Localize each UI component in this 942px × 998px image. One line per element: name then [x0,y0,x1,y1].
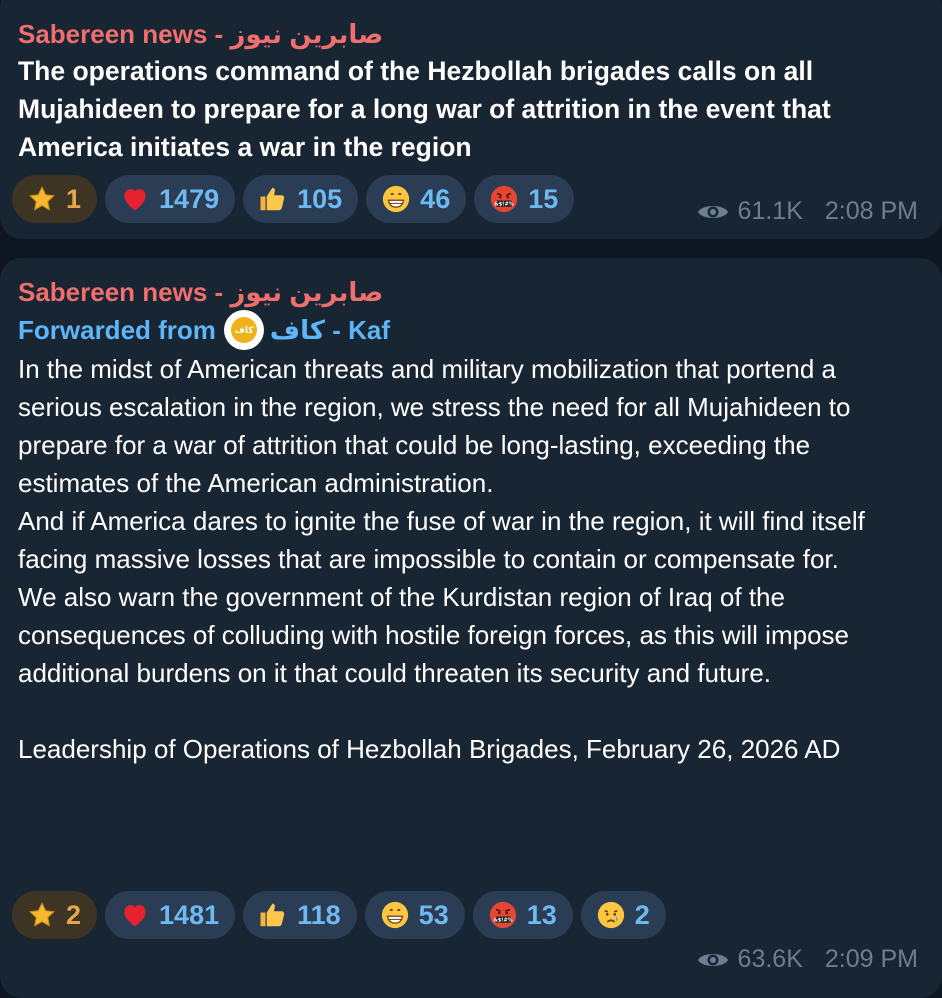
signature: Leadership of Operations of Hezbollah Br… [18,734,841,764]
svg-text:&$!#%: &$!#% [495,202,514,208]
message-meta: 61.1K 2:08 PM [696,197,918,226]
svg-text:&$!#%: &$!#% [493,918,512,924]
crying-face-icon [595,899,627,931]
reaction-crying[interactable]: 2 [580,891,666,939]
cursing-face-icon: &$!#% [487,899,519,931]
reaction-grin[interactable]: 46 [366,175,467,223]
star-icon [26,899,58,931]
grinning-face-icon [379,899,411,931]
reaction-cursing[interactable]: &$!#% 13 [472,891,573,939]
red-heart-icon [119,183,151,215]
star-icon [26,183,58,215]
grinning-face-icon [380,183,412,215]
message-text: The operations command of the Hezbollah … [18,56,831,162]
avatar-text: كاف [230,317,257,343]
reaction-heart[interactable]: 1479 [105,175,236,223]
sender-name[interactable]: Sabereen news - صابرين نيوز [18,16,924,52]
reaction-star[interactable]: 1 [12,175,98,223]
reaction-count: 46 [420,183,451,214]
paragraph: We also warn the government of the Kurdi… [18,582,849,688]
message-meta: 63.6K 2:09 PM [696,945,918,974]
cursing-face-icon: &$!#% [488,183,520,215]
thumbs-up-icon [257,183,289,215]
channel-message[interactable]: Sabereen news - صابرين نيوز The operatio… [0,0,942,239]
reaction-cursing[interactable]: &$!#% 15 [474,175,575,223]
reaction-count: 15 [528,183,559,214]
forwarded-source[interactable]: كاف - Kaf [270,311,390,349]
reaction-thumbs-up[interactable]: 118 [243,891,357,939]
reaction-count: 1 [66,183,82,214]
eye-icon [696,948,730,972]
forwarded-label: Forwarded from [18,315,216,345]
reactions-bar: 1 1479 105 46 &$!#% 15 [12,175,575,223]
reaction-count: 13 [526,899,557,930]
reactions-bar: 2 1481 118 53 &$!#% 13 2 [12,891,666,939]
reaction-count: 1479 [159,183,220,214]
view-count: 63.6K [737,945,803,973]
timestamp: 2:08 PM [824,197,918,225]
reaction-thumbs-up[interactable]: 105 [243,175,359,223]
reaction-count: 2 [66,899,82,930]
red-heart-icon [119,899,151,931]
eye-icon [696,200,730,224]
reaction-count: 118 [297,899,341,930]
forwarded-header[interactable]: Forwarded from كاف كاف - Kaf [18,310,924,350]
reaction-count: 105 [297,183,343,214]
forwarded-channel-avatar: كاف [223,310,264,350]
timestamp: 2:09 PM [824,945,918,973]
sender-name[interactable]: Sabereen news - صابرين نيوز [18,274,924,310]
channel-message[interactable]: Sabereen news - صابرين نيوز Forwarded fr… [0,258,942,998]
paragraph: And if America dares to ignite the fuse … [18,506,865,574]
reaction-count: 1481 [159,899,220,930]
reaction-count: 53 [418,899,449,930]
reaction-grin[interactable]: 53 [364,891,465,939]
reaction-heart[interactable]: 1481 [105,891,236,939]
thumbs-up-icon [257,899,289,931]
view-count: 61.1K [737,197,803,225]
message-text: In the midst of American threats and mil… [18,350,924,768]
reaction-count: 2 [634,899,650,930]
reaction-star[interactable]: 2 [12,891,98,939]
paragraph: In the midst of American threats and mil… [18,354,851,498]
